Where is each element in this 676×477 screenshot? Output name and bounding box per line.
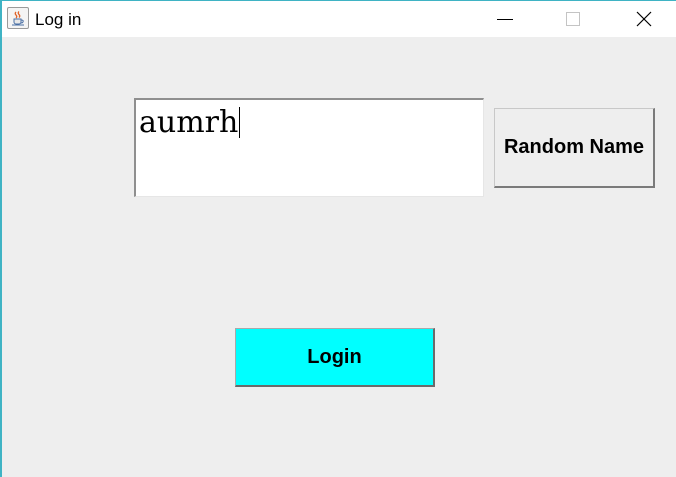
random-name-button[interactable]: Random Name — [494, 108, 655, 188]
name-text: aumrh — [139, 105, 239, 140]
minimize-icon — [497, 19, 513, 20]
window-title: Log in — [35, 10, 82, 29]
login-window: Log in aumrh Random Name Login — [0, 0, 676, 477]
login-button[interactable]: Login — [235, 328, 435, 387]
close-icon — [636, 11, 652, 27]
name-input[interactable]: aumrh — [134, 98, 484, 197]
title-bar[interactable]: Log in — [2, 1, 676, 37]
text-caret — [239, 107, 241, 138]
close-button[interactable] — [618, 1, 664, 37]
name-input-value: aumrh — [139, 105, 241, 140]
maximize-button[interactable] — [548, 1, 594, 37]
java-coffee-cup-icon[interactable] — [7, 7, 29, 29]
minimize-button[interactable] — [480, 1, 526, 37]
maximize-icon — [566, 12, 580, 26]
